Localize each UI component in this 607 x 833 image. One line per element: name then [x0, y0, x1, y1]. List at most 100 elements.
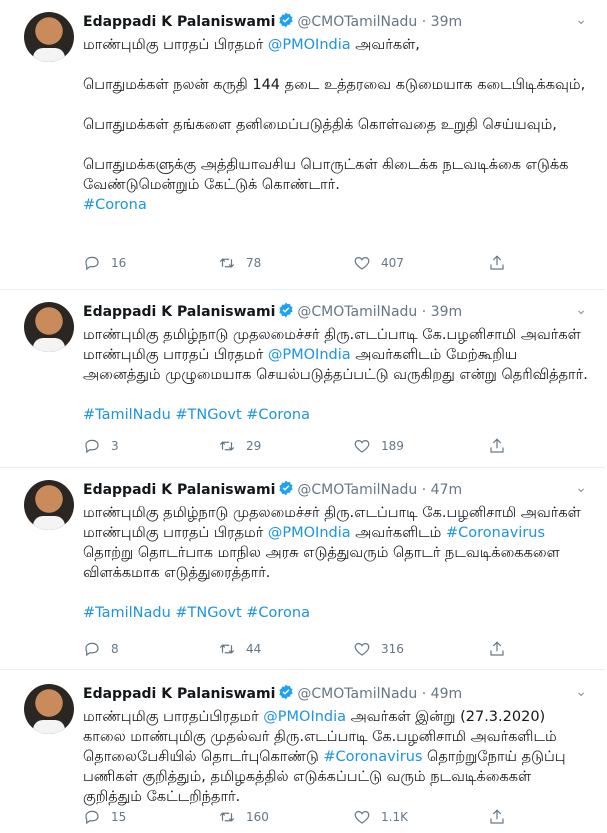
hashtag-links[interactable]: #TamilNadu #TNGovt #Corona: [83, 605, 310, 621]
like-button[interactable]: 407: [353, 254, 404, 272]
tweet-actions: 8 44 316: [83, 640, 588, 662]
like-icon: [354, 439, 370, 453]
verified-icon: [278, 480, 294, 500]
reply-count: 8: [111, 642, 119, 656]
tweet-actions: 15 160 1.1K: [83, 808, 588, 830]
hashtag-link[interactable]: #Coronavirus: [323, 749, 422, 765]
avatar[interactable]: [24, 684, 74, 734]
reply-button[interactable]: 16: [83, 254, 126, 272]
author-name[interactable]: Edappadi K Palaniswami: [83, 14, 275, 30]
retweet-button[interactable]: 160: [218, 808, 269, 826]
avatar[interactable]: [24, 480, 74, 530]
like-count: 407: [381, 256, 404, 270]
tweet-paragraph: பொதுமக்களுக்கு அத்தியாவசிய பொருட்கள் கிட…: [83, 157, 569, 193]
separator-dot: ·: [417, 304, 431, 320]
like-icon: [354, 642, 370, 656]
mention-link[interactable]: @PMOIndia: [268, 37, 351, 53]
reply-count: 15: [111, 810, 127, 824]
tweet-actions: 16 78 407: [83, 254, 588, 276]
verified-icon: [278, 684, 294, 704]
tweet-text-segment: மாண்புமிகு பாரதப்பிரதமர்: [83, 709, 264, 725]
tweet-text-segment: அவர்களிடம்: [350, 525, 446, 541]
reply-button[interactable]: 3: [83, 437, 119, 455]
avatar[interactable]: [24, 302, 74, 352]
like-button[interactable]: 189: [353, 437, 404, 455]
retweet-count: 160: [246, 810, 269, 824]
author-handle[interactable]: @CMOTamilNadu: [297, 14, 417, 30]
tweet[interactable]: Edappadi K Palaniswami @CMOTamilNadu · 49…: [0, 672, 605, 833]
reply-button[interactable]: 15: [83, 808, 126, 826]
verified-icon: [278, 12, 294, 32]
tweet-text-segment: அவர்கள்,: [350, 37, 420, 53]
author-handle[interactable]: @CMOTamilNadu: [297, 482, 417, 498]
tweet-text: மாண்புமிகு பாரதப் பிரதமர் @PMOIndia அவர்…: [83, 35, 588, 215]
hashtag-links[interactable]: #TamilNadu #TNGovt #Corona: [83, 407, 310, 423]
share-icon: [490, 809, 504, 824]
tweet-paragraph: பொதுமக்கள் தங்களை தனிமைப்படுத்திக் கொள்வ…: [83, 117, 557, 133]
verified-icon: [278, 302, 294, 322]
author-name[interactable]: Edappadi K Palaniswami: [83, 482, 275, 498]
retweet-count: 78: [246, 256, 262, 270]
tweet-text: மாண்புமிகு பாரதப்பிரதமர் @PMOIndia அவர்க…: [83, 707, 588, 807]
tweet-text-segment: மாண்புமிகு பாரதப் பிரதமர்: [83, 37, 268, 53]
like-icon: [354, 810, 370, 824]
tweet-text: மாண்புமிகு தமிழ்நாடு முதலமைச்சர் திரு.எட…: [83, 503, 588, 623]
share-button[interactable]: [488, 808, 506, 826]
tweet[interactable]: Edappadi K Palaniswami @CMOTamilNadu · 47…: [0, 468, 605, 670]
timestamp[interactable]: 39m: [431, 304, 462, 320]
separator-dot: ·: [417, 14, 431, 30]
tweet-paragraph: பொதுமக்கள் நலன் கருதி 144 தடை உத்தரவை கட…: [83, 77, 586, 93]
tweet[interactable]: Edappadi K Palaniswami @CMOTamilNadu · 39…: [0, 0, 605, 290]
tweet-header: Edappadi K Palaniswami @CMOTamilNadu · 39…: [83, 12, 595, 34]
hashtag-link[interactable]: #Corona: [83, 197, 147, 213]
retweet-button[interactable]: 44: [218, 640, 261, 658]
share-button[interactable]: [488, 640, 506, 658]
reply-button[interactable]: 8: [83, 640, 119, 658]
tweet-header: Edappadi K Palaniswami @CMOTamilNadu · 47…: [83, 480, 595, 502]
retweet-icon: [219, 812, 235, 822]
mention-link[interactable]: @PMOIndia: [268, 347, 351, 363]
chevron-down-icon[interactable]: ⌄: [575, 12, 587, 28]
avatar[interactable]: [24, 12, 74, 62]
like-button[interactable]: 1.1K: [353, 808, 408, 826]
chevron-down-icon[interactable]: ⌄: [575, 302, 587, 318]
timestamp[interactable]: 49m: [431, 686, 462, 702]
share-button[interactable]: [488, 437, 506, 455]
reply-count: 16: [111, 256, 127, 270]
author-handle[interactable]: @CMOTamilNadu: [297, 686, 417, 702]
share-icon: [490, 255, 504, 270]
share-button[interactable]: [488, 254, 506, 272]
mention-link[interactable]: @PMOIndia: [263, 709, 346, 725]
tweet-text: மாண்புமிகு தமிழ்நாடு முதலமைச்சர் திரு.எட…: [83, 325, 588, 425]
chevron-down-icon[interactable]: ⌄: [575, 684, 587, 700]
hashtag-link[interactable]: #Coronavirus: [446, 525, 545, 541]
reply-icon: [85, 810, 99, 825]
tweet-header: Edappadi K Palaniswami @CMOTamilNadu · 49…: [83, 684, 595, 706]
retweet-count: 44: [246, 642, 262, 656]
timestamp[interactable]: 39m: [431, 14, 462, 30]
retweet-icon: [219, 441, 235, 451]
author-handle[interactable]: @CMOTamilNadu: [297, 304, 417, 320]
retweet-count: 29: [246, 439, 262, 453]
share-icon: [490, 641, 504, 656]
reply-icon: [85, 439, 99, 454]
separator-dot: ·: [417, 482, 431, 498]
like-count: 316: [381, 642, 404, 656]
reply-count: 3: [111, 439, 119, 453]
like-button[interactable]: 316: [353, 640, 404, 658]
like-icon: [354, 256, 370, 270]
tweet-actions: 3 29 189: [83, 437, 588, 459]
tweet[interactable]: Edappadi K Palaniswami @CMOTamilNadu · 39…: [0, 290, 605, 468]
chevron-down-icon[interactable]: ⌄: [575, 480, 587, 496]
retweet-icon: [219, 644, 235, 654]
author-name[interactable]: Edappadi K Palaniswami: [83, 304, 275, 320]
retweet-icon: [219, 258, 235, 268]
mention-link[interactable]: @PMOIndia: [268, 525, 351, 541]
timestamp[interactable]: 47m: [431, 482, 462, 498]
reply-icon: [85, 642, 99, 657]
author-name[interactable]: Edappadi K Palaniswami: [83, 686, 275, 702]
reply-icon: [85, 256, 99, 271]
retweet-button[interactable]: 78: [218, 254, 261, 272]
retweet-button[interactable]: 29: [218, 437, 261, 455]
like-count: 189: [381, 439, 404, 453]
